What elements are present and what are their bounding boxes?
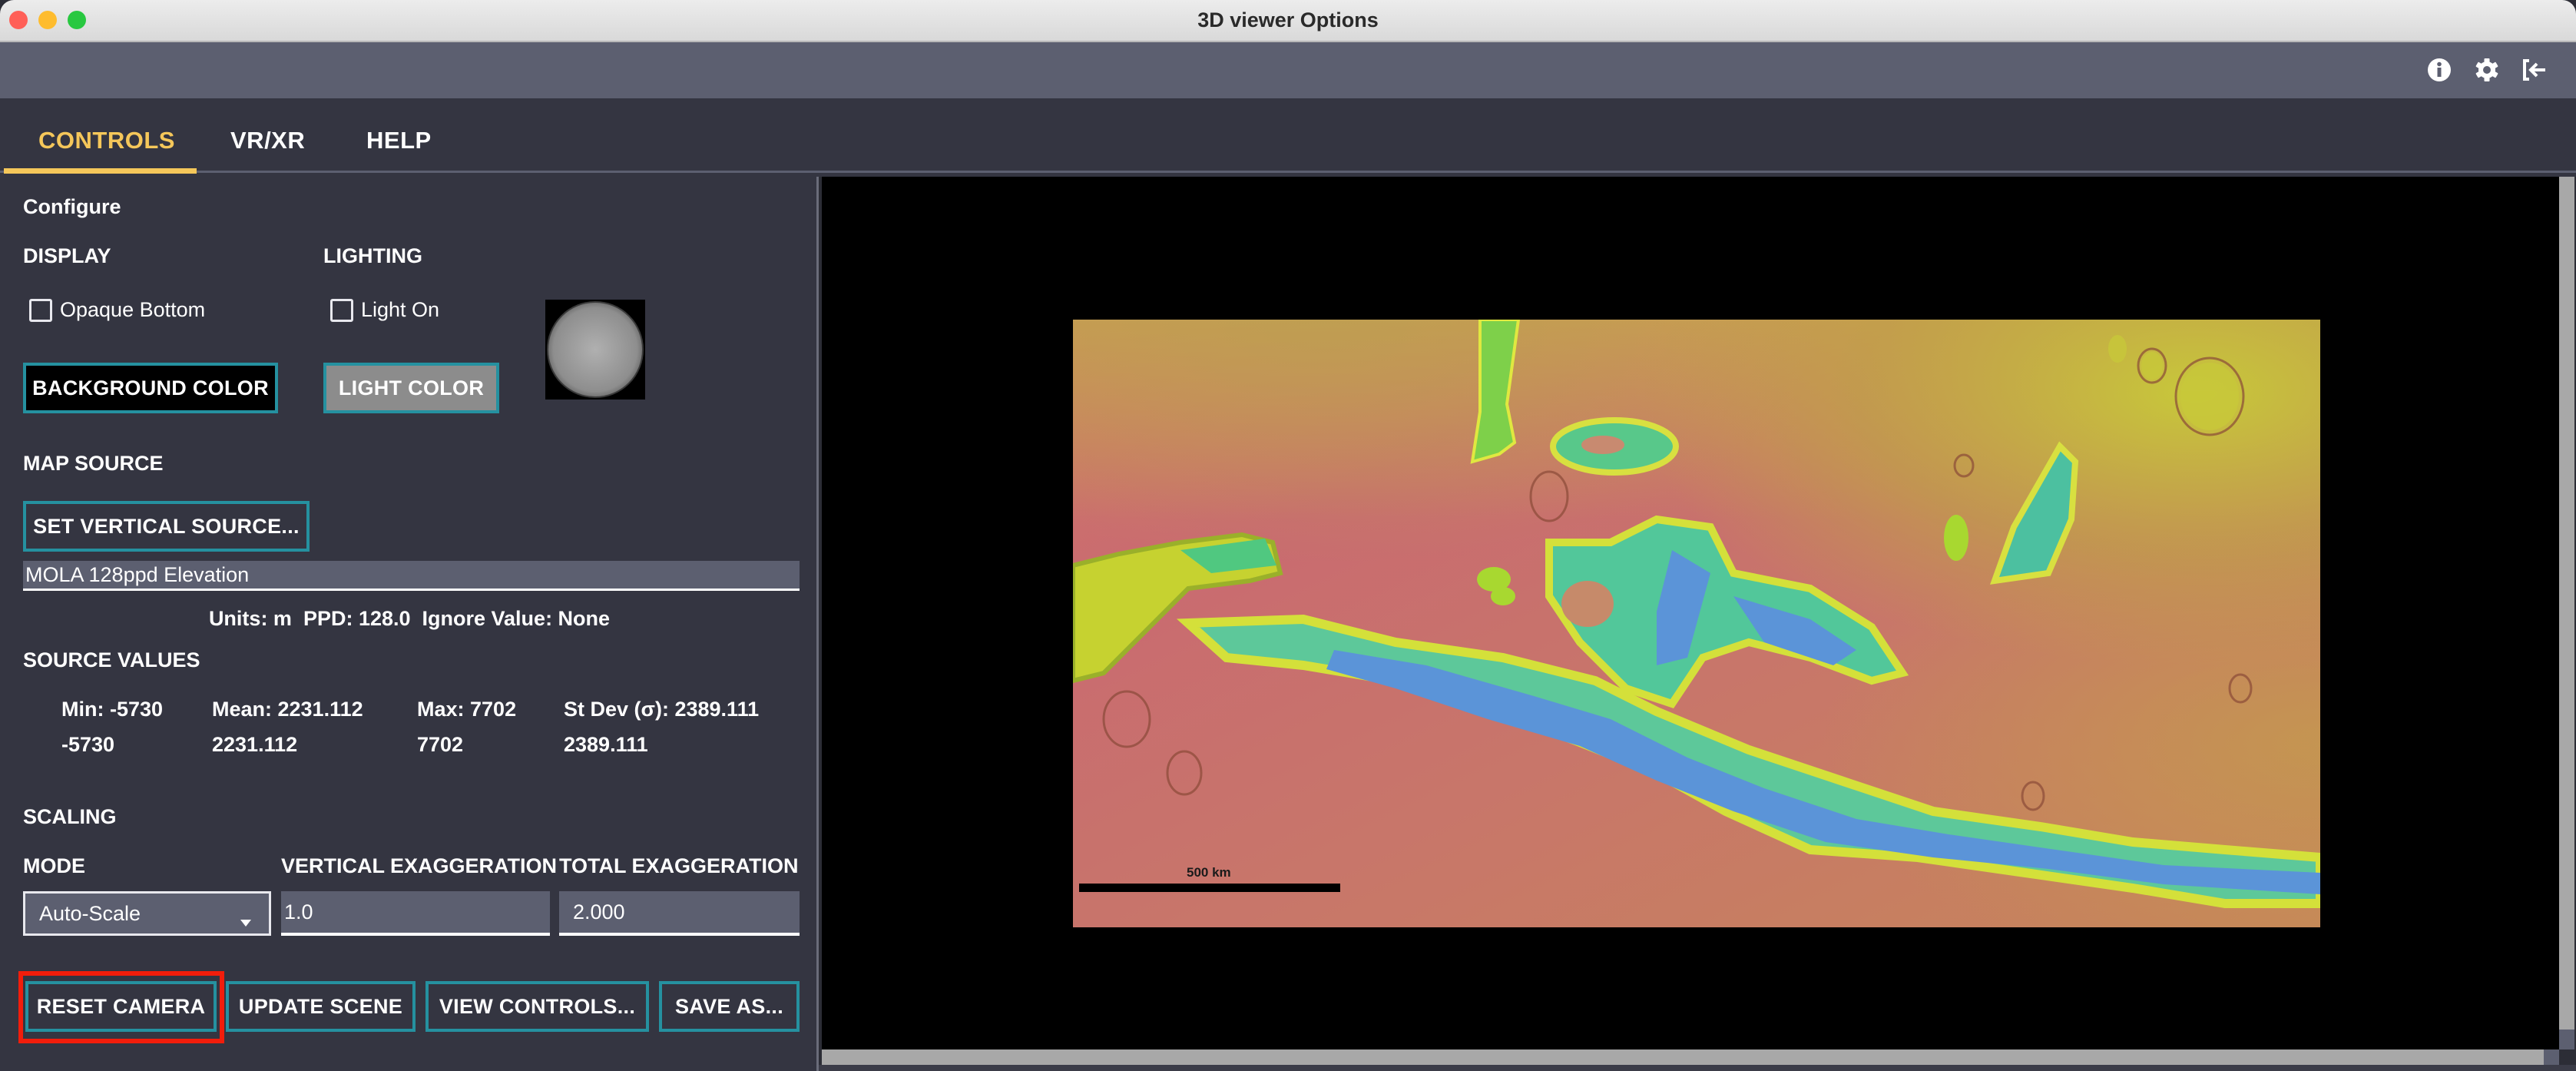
terrain-map[interactable] — [1071, 318, 2325, 927]
max-label: Max: 7702 — [417, 698, 517, 721]
scale-bar — [1079, 884, 1340, 892]
set-vertical-source-button[interactable]: SET VERTICAL SOURCE... — [23, 501, 310, 552]
mode-select-value: Auto-Scale — [39, 901, 141, 925]
tab-controls[interactable]: CONTROLS — [38, 127, 175, 154]
scaling-heading: SCALING — [23, 805, 117, 828]
tab-vr-xr[interactable]: VR/XR — [230, 127, 305, 154]
source-name-field[interactable]: MOLA 128ppd Elevation — [23, 561, 800, 591]
light-preview-sphere — [545, 300, 645, 400]
chevron-down-icon — [240, 909, 252, 933]
controls-panel: Configure DISPLAY LIGHTING Opaque Bottom… — [0, 177, 819, 1071]
source-info-line: Units: m PPD: 128.0 Ignore Value: None — [208, 607, 611, 630]
vertical-exaggeration-label: VERTICAL EXAGGERATION — [281, 854, 558, 877]
opaque-bottom-label: Opaque Bottom — [60, 298, 206, 321]
gear-icon[interactable] — [2473, 56, 2501, 84]
view-controls-button[interactable]: VIEW CONTROLS... — [425, 981, 649, 1032]
map-source-heading: MAP SOURCE — [23, 452, 164, 475]
min-value: -5730 — [61, 733, 115, 756]
save-as-button[interactable]: SAVE AS... — [659, 981, 800, 1032]
viewport-vertical-scrollbar[interactable] — [2559, 177, 2574, 1030]
max-value: 7702 — [417, 733, 464, 756]
configure-title: Configure — [23, 195, 121, 218]
info-icon[interactable] — [2425, 56, 2453, 84]
stdev-value: 2389.111 — [564, 733, 648, 756]
light-on-label: Light On — [361, 298, 440, 321]
total-exaggeration-input[interactable]: 2.000 — [559, 891, 800, 936]
header-toolbar — [0, 42, 2576, 98]
lighting-heading: LIGHTING — [323, 244, 422, 267]
tab-divider — [0, 171, 2576, 173]
mean-label: Mean: 2231.112 — [212, 698, 363, 721]
window-bottom-edge — [819, 1065, 2576, 1071]
scrollbar-corner — [2544, 1049, 2559, 1065]
tab-bar: CONTROLS VR/XR HELP — [0, 98, 2576, 177]
viewport-vertical-scrollbar-end — [2559, 1030, 2574, 1049]
update-scene-button[interactable]: UPDATE SCENE — [226, 981, 416, 1032]
vertical-exaggeration-input[interactable]: 1.0 — [281, 891, 550, 936]
source-values-heading: SOURCE VALUES — [23, 648, 200, 671]
mean-value: 2231.112 — [212, 733, 298, 756]
tab-help[interactable]: HELP — [366, 127, 432, 154]
stdev-label: St Dev (σ): 2389.111 — [564, 698, 760, 721]
display-heading: DISPLAY — [23, 244, 111, 267]
viewport-horizontal-scrollbar[interactable] — [822, 1049, 2544, 1065]
mode-select[interactable]: Auto-Scale — [23, 891, 271, 936]
light-on-checkbox[interactable] — [330, 299, 353, 322]
light-color-button[interactable]: LIGHT COLOR — [323, 363, 499, 413]
total-exaggeration-label: TOTAL EXAGGERATION — [559, 854, 799, 877]
reset-camera-button[interactable]: RESET CAMERA — [25, 981, 217, 1032]
scale-bar-label: 500 km — [1187, 865, 1231, 880]
mode-label: MODE — [23, 854, 85, 877]
active-tab-indicator — [4, 168, 197, 174]
logout-icon[interactable] — [2521, 56, 2548, 84]
background-color-button[interactable]: BACKGROUND COLOR — [23, 363, 278, 413]
opaque-bottom-checkbox[interactable] — [29, 299, 52, 322]
window-title-bar: 3D viewer Options — [0, 0, 2576, 42]
min-label: Min: -5730 — [61, 698, 164, 721]
window-title: 3D viewer Options — [1197, 8, 1379, 32]
